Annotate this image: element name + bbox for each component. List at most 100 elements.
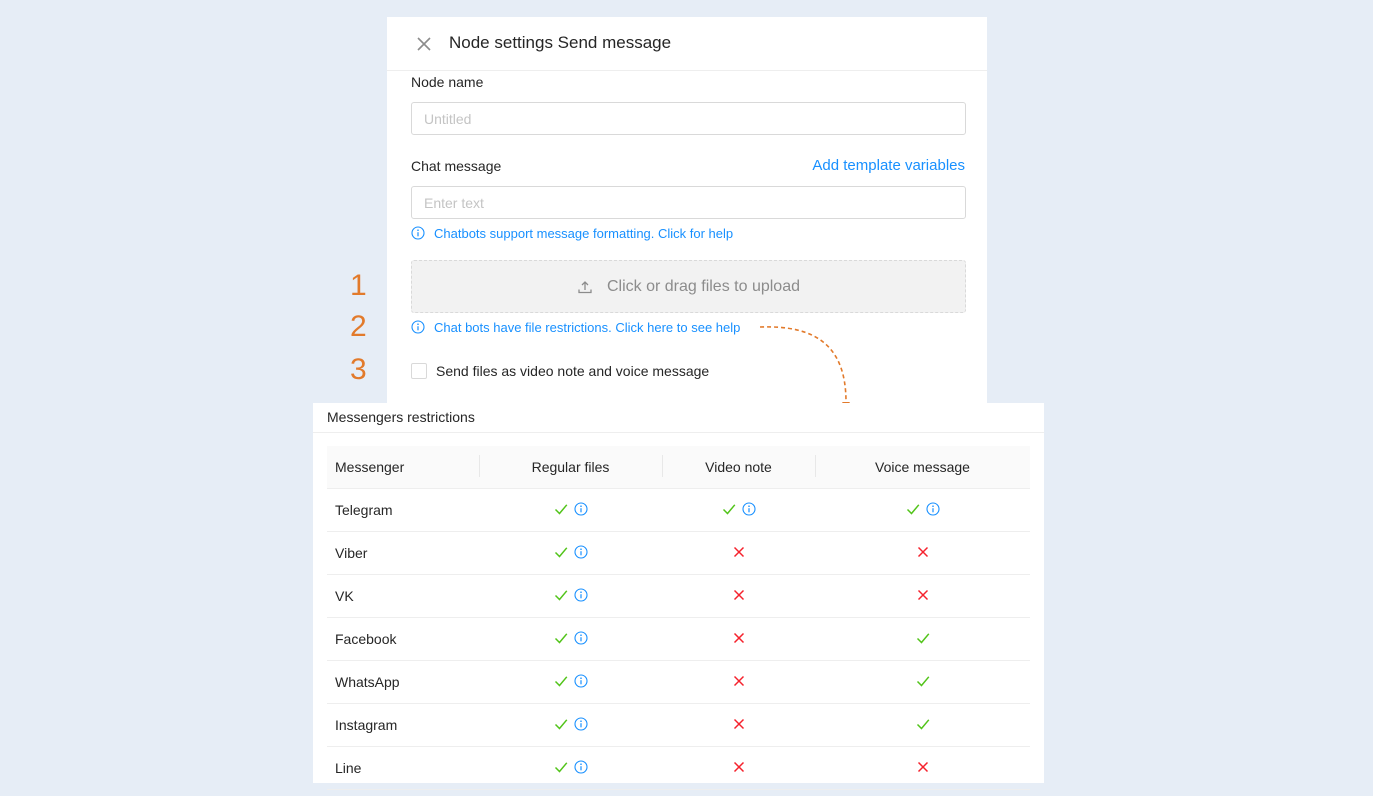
info-icon[interactable] <box>573 587 588 602</box>
close-icon[interactable] <box>413 33 435 55</box>
voice-message-cell <box>815 617 1030 661</box>
check-icon <box>906 503 919 515</box>
video-note-cell-icons <box>732 588 746 602</box>
chat-message-input[interactable] <box>411 186 966 219</box>
video-note-cell <box>662 746 815 790</box>
regular-files-cell <box>479 531 662 575</box>
video-note-cell <box>662 617 815 661</box>
video-note-cell-icons <box>722 501 756 516</box>
voice-message-cell <box>815 488 1030 532</box>
table-row: Line <box>327 746 1030 790</box>
step-number-1: 1 <box>350 269 367 302</box>
regular-files-cell-icons <box>554 630 588 645</box>
regular-files-cell <box>479 703 662 747</box>
messenger-name: Line <box>327 746 479 790</box>
voice-message-cell <box>815 660 1030 704</box>
regular-files-cell <box>479 617 662 661</box>
step-number-2: 2 <box>350 310 367 343</box>
file-restrictions-help-text: Chat bots have file restrictions. Click … <box>434 319 741 335</box>
info-icon[interactable] <box>573 759 588 774</box>
voice-message-cell-icons <box>906 501 940 516</box>
regular-files-cell-icons <box>554 716 588 731</box>
cross-icon <box>733 761 744 772</box>
column-header-messenger: Messenger <box>327 446 479 489</box>
regular-files-cell-icons <box>554 501 588 516</box>
voice-message-cell-icons <box>916 588 930 602</box>
voice-message-cell-icons <box>916 717 930 731</box>
video-note-cell-icons <box>732 760 746 774</box>
video-note-cell-icons <box>732 717 746 731</box>
cross-icon <box>733 718 744 729</box>
video-note-cell <box>662 488 815 532</box>
info-icon[interactable] <box>573 501 588 516</box>
send-files-checkbox-row[interactable]: Send files as video note and voice messa… <box>411 362 709 380</box>
voice-message-cell-icons <box>916 760 930 774</box>
info-icon <box>411 320 425 334</box>
file-upload-dropzone[interactable]: Click or drag files to upload <box>411 260 966 313</box>
formatting-help-link[interactable]: Chatbots support message formatting. Cli… <box>411 224 733 242</box>
video-note-cell <box>662 660 815 704</box>
table-header-row: Messenger Regular files Video note Voice… <box>327 446 1030 489</box>
cross-icon <box>733 675 744 686</box>
upload-text: Click or drag files to upload <box>607 277 800 295</box>
cross-icon <box>917 546 928 557</box>
check-icon <box>554 718 567 730</box>
panel-title: Node settings Send message <box>449 33 672 52</box>
voice-message-cell-icons <box>916 631 930 645</box>
voice-message-cell-icons <box>916 545 930 559</box>
regular-files-cell-icons <box>554 587 588 602</box>
messengers-restrictions-card: Messengers restrictions Messenger Regula… <box>313 403 1044 790</box>
node-name-input[interactable] <box>411 102 966 135</box>
info-icon <box>411 226 425 240</box>
table-row: Viber <box>327 531 1030 575</box>
video-note-cell <box>662 531 815 575</box>
video-note-cell-icons <box>732 545 746 559</box>
chat-message-label: Chat message <box>411 158 502 174</box>
info-icon[interactable] <box>741 501 756 516</box>
regular-files-cell <box>479 660 662 704</box>
file-restrictions-help-link[interactable]: Chat bots have file restrictions. Click … <box>411 318 740 336</box>
messenger-name: VK <box>327 574 479 618</box>
check-icon <box>554 503 567 515</box>
video-note-cell <box>662 703 815 747</box>
table-row: Telegram <box>327 488 1030 532</box>
column-header-video-note: Video note <box>662 446 815 489</box>
info-icon[interactable] <box>573 630 588 645</box>
send-files-checkbox-label: Send files as video note and voice messa… <box>436 363 710 379</box>
cross-icon <box>733 632 744 643</box>
check-icon <box>554 589 567 601</box>
cross-icon <box>733 546 744 557</box>
video-note-cell-icons <box>732 674 746 688</box>
voice-message-cell-icons <box>916 674 930 688</box>
voice-message-cell <box>815 746 1030 790</box>
cross-icon <box>917 761 928 772</box>
check-icon <box>554 675 567 687</box>
formatting-help-text: Chatbots support message formatting. Cli… <box>434 225 734 241</box>
voice-message-cell <box>815 531 1030 575</box>
info-icon[interactable] <box>573 716 588 731</box>
regular-files-cell <box>479 488 662 532</box>
video-note-cell-icons <box>732 631 746 645</box>
info-icon[interactable] <box>925 501 940 516</box>
voice-message-cell <box>815 703 1030 747</box>
cross-icon <box>733 589 744 600</box>
add-template-variables-link[interactable]: Add template variables <box>812 157 965 174</box>
table-row: Instagram <box>327 703 1030 747</box>
check-icon <box>722 503 735 515</box>
check-icon <box>916 632 929 644</box>
regular-files-cell-icons <box>554 673 588 688</box>
messenger-name: WhatsApp <box>327 660 479 704</box>
info-icon[interactable] <box>573 673 588 688</box>
regular-files-cell-icons <box>554 544 588 559</box>
restrictions-title: Messengers restrictions <box>313 403 1044 433</box>
info-icon[interactable] <box>573 544 588 559</box>
column-header-regular-files: Regular files <box>479 446 662 489</box>
regular-files-cell <box>479 746 662 790</box>
table-row: Facebook <box>327 617 1030 661</box>
regular-files-cell <box>479 574 662 618</box>
regular-files-cell-icons <box>554 759 588 774</box>
check-icon <box>554 632 567 644</box>
table-row: VK <box>327 574 1030 618</box>
video-note-cell <box>662 574 815 618</box>
send-files-checkbox[interactable] <box>411 363 427 379</box>
